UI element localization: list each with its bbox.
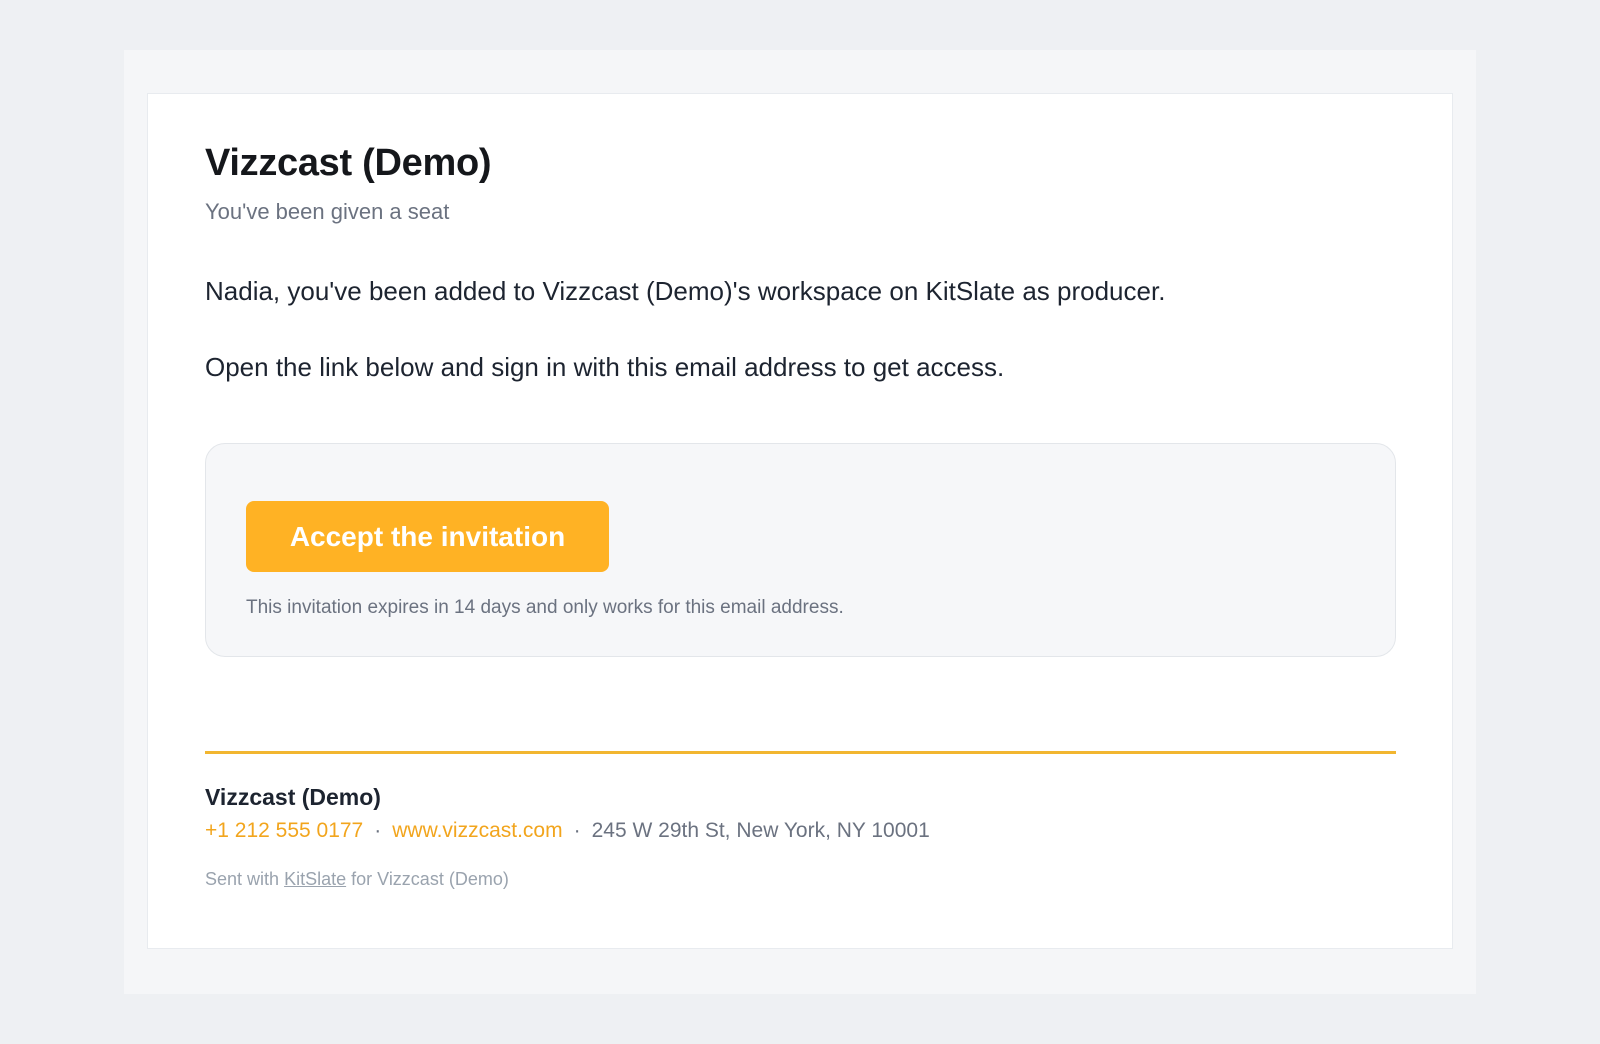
body-paragraph-instructions: Open the link below and sign in with thi… (205, 352, 1005, 382)
footer-company-name: Vizzcast (Demo) (205, 784, 381, 810)
separator-dot: · (374, 819, 382, 842)
email-subtitle: You've been given a seat (205, 199, 450, 224)
sent-with-line: Sent with KitSlate for Vizzcast (Demo) (205, 869, 509, 890)
expiry-note: This invitation expires in 14 days and o… (246, 597, 844, 618)
accept-invitation-button[interactable]: Accept the invitation (246, 501, 609, 572)
website-link[interactable]: www.vizzcast.com (392, 819, 562, 842)
footer-address: 245 W 29th St, New York, NY 10001 (591, 819, 930, 842)
footer-divider (205, 751, 1396, 754)
kitslate-link[interactable]: KitSlate (284, 869, 346, 889)
email-frame: Vizzcast (Demo) You've been given a seat… (124, 50, 1476, 994)
sent-prefix: Sent with (205, 869, 280, 889)
body-paragraph-added: Nadia, you've been added to Vizzcast (De… (205, 276, 1166, 306)
separator-dot: · (573, 819, 581, 842)
email-title: Vizzcast (Demo) (205, 142, 492, 184)
invitation-panel: Accept the invitation This invitation ex… (205, 443, 1396, 657)
email-card: Vizzcast (Demo) You've been given a seat… (147, 93, 1453, 949)
sent-suffix: for Vizzcast (Demo) (351, 869, 509, 889)
phone-link[interactable]: +1 212 555 0177 (205, 819, 363, 842)
footer-contact-line: +1 212 555 0177 · www.vizzcast.com · 245 W 2… (205, 819, 930, 843)
